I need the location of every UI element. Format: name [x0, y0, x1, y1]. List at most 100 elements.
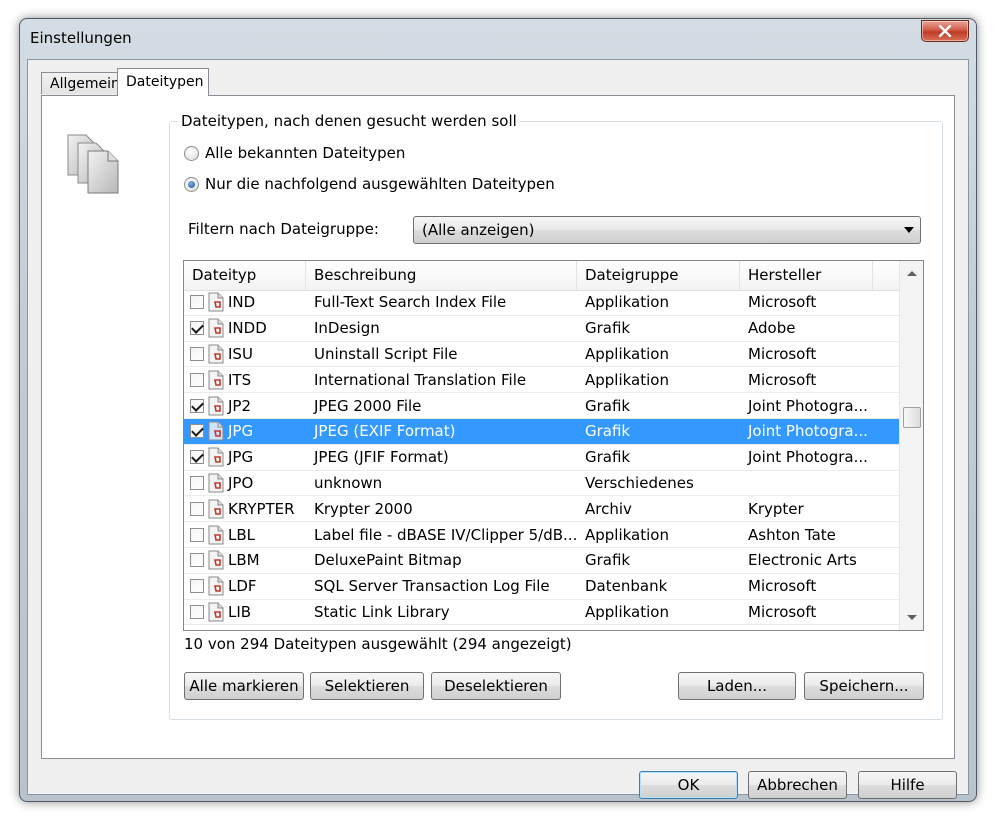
row-checkbox[interactable] [190, 424, 204, 439]
radio-selected-types[interactable]: Nur die nachfolgend ausgewählten Dateity… [184, 175, 555, 193]
row-checkbox[interactable] [190, 346, 204, 361]
cell-group: Applikation [585, 602, 669, 621]
select-all-button[interactable]: Alle markieren [184, 672, 304, 700]
cell-type-text: INDD [228, 319, 267, 338]
table-row[interactable]: ITS International Translation File Applika… [184, 367, 900, 394]
column-header-filler [873, 261, 900, 290]
cell-group: Verschiedenes [585, 473, 694, 492]
row-checkbox[interactable] [190, 579, 204, 594]
tab-general-label: Allgemein [50, 76, 120, 92]
cell-description: DeluxePaint Bitmap [314, 551, 462, 570]
cell-type: JPG [184, 421, 306, 441]
save-button[interactable]: Speichern... [804, 672, 924, 700]
row-checkbox[interactable] [190, 450, 204, 465]
file-type-icon [208, 421, 224, 441]
cell-description: unknown [314, 473, 383, 492]
file-type-icon [208, 602, 224, 622]
column-header-type[interactable]: Dateityp [184, 261, 306, 290]
table-row[interactable]: JP2 JPEG 2000 File Grafik Joint Photogra... [184, 393, 900, 419]
cell-vendor: Electronic Arts [748, 551, 857, 570]
deselect-button[interactable]: Deselektieren [431, 672, 561, 700]
file-types-panel: Dateitypen, nach denen gesucht werden so… [41, 95, 955, 759]
table-row[interactable]: IND Full-Text Search Index File Applikatio… [184, 290, 900, 316]
cancel-button[interactable]: Abbrechen [748, 771, 847, 799]
table-row[interactable]: INDD InDesign Grafik Adobe [184, 316, 900, 342]
table-row[interactable]: LDF SQL Server Transaction Log File Datenb… [184, 574, 900, 600]
table-row[interactable]: LIB Static Link Library Applikation Microso… [184, 600, 900, 626]
row-checkbox[interactable] [190, 604, 204, 619]
cell-type-text: LIB [228, 602, 252, 621]
row-checkbox[interactable] [190, 321, 204, 336]
cell-group: Grafik [585, 319, 631, 338]
cell-vendor: Joint Photogra... [748, 396, 868, 415]
scroll-down-icon[interactable] [907, 615, 917, 620]
cell-type: ITS [184, 370, 306, 390]
cell-type: ISU [184, 344, 306, 364]
tab-general[interactable]: Allgemein [41, 72, 120, 94]
column-header-group[interactable]: Dateigruppe [577, 261, 740, 290]
cell-description: JPEG 2000 File [314, 396, 422, 415]
settings-window: Einstellungen Allgemein Dateitypen Datei… [19, 18, 977, 802]
radio-selected-types-label: Nur die nachfolgend ausgewählten Dateity… [205, 175, 555, 193]
file-type-icon [208, 447, 224, 467]
cell-type-text: LBL [228, 525, 256, 544]
tab-file-types[interactable]: Dateitypen [117, 68, 209, 96]
selection-status: 10 von 294 Dateitypen ausgewählt (294 an… [184, 635, 572, 653]
radio-all-types[interactable]: Alle bekannten Dateitypen [184, 144, 405, 162]
table-row[interactable]: LBM DeluxePaint Bitmap Grafik Electronic Ar… [184, 548, 900, 574]
cell-type: IND [184, 292, 306, 312]
table-row[interactable]: JPG JPEG (JFIF Format) Grafik Joint Photogr… [184, 445, 900, 471]
row-checkbox[interactable] [190, 475, 204, 490]
row-checkbox[interactable] [190, 527, 204, 542]
cell-vendor: Ashton Tate [748, 525, 836, 544]
cell-group: Applikation [585, 344, 669, 363]
close-button[interactable] [921, 20, 969, 42]
cell-type: KRYPTER [184, 499, 306, 519]
cell-vendor: Microsoft [748, 370, 817, 389]
cell-type: JP2 [184, 396, 306, 416]
chevron-down-icon [904, 227, 914, 233]
cell-group: Datenbank [585, 577, 668, 596]
cell-type: LBM [184, 550, 306, 570]
table-row[interactable]: KRYPTER Krypter 2000 Archiv Krypter [184, 496, 900, 523]
cell-group: Grafik [585, 422, 631, 441]
cell-group: Applikation [585, 293, 669, 312]
row-checkbox[interactable] [190, 553, 204, 568]
radio-selected-types-button[interactable] [184, 176, 199, 192]
file-types-list[interactable]: Dateityp Beschreibung Dateigruppe Herste… [183, 260, 924, 631]
help-button[interactable]: Hilfe [858, 771, 957, 799]
row-checkbox[interactable] [190, 295, 204, 310]
cell-vendor: Joint Photogra... [748, 422, 868, 441]
row-checkbox[interactable] [190, 372, 204, 387]
row-checkbox[interactable] [190, 398, 204, 413]
column-header-description[interactable]: Beschreibung [306, 261, 577, 290]
column-header-vendor[interactable]: Hersteller [740, 261, 873, 290]
radio-all-types-button[interactable] [184, 145, 199, 161]
filter-group-select[interactable]: (Alle anzeigen) [413, 216, 921, 244]
cell-description: Krypter 2000 [314, 499, 413, 518]
file-type-icon [208, 499, 224, 519]
table-row[interactable]: JPG JPEG (EXIF Format) Grafik Joint Photogr… [184, 418, 900, 445]
filter-label: Filtern nach Dateigruppe: [188, 220, 379, 238]
cell-type: LIB [184, 602, 306, 622]
cell-type-text: JPG [228, 448, 254, 467]
table-row[interactable]: LBL Label file - dBASE IV/Clipper 5/dB...… [184, 522, 900, 548]
select-button[interactable]: Selektieren [310, 672, 424, 700]
group-title: Dateitypen, nach denen gesucht werden so… [178, 112, 520, 130]
load-button[interactable]: Laden... [678, 672, 796, 700]
cell-type: INDD [184, 318, 306, 338]
tab-file-types-label: Dateitypen [126, 74, 204, 90]
filter-group-value: (Alle anzeigen) [422, 221, 535, 239]
cell-type: JPG [184, 447, 306, 467]
row-checkbox[interactable] [190, 501, 204, 516]
window-title: Einstellungen [30, 29, 132, 47]
table-row[interactable]: ISU Uninstall Script File Applikation Micro… [184, 342, 900, 368]
ok-button[interactable]: OK [639, 771, 738, 799]
scroll-up-icon[interactable] [907, 271, 917, 276]
scroll-thumb[interactable] [903, 407, 921, 428]
list-scrollbar[interactable] [899, 261, 923, 630]
title-bar[interactable]: Einstellungen [20, 19, 976, 59]
table-row[interactable]: JPO unknown Verschiedenes [184, 471, 900, 497]
cell-vendor: Microsoft [748, 293, 817, 312]
cell-type: LDF [184, 576, 306, 596]
